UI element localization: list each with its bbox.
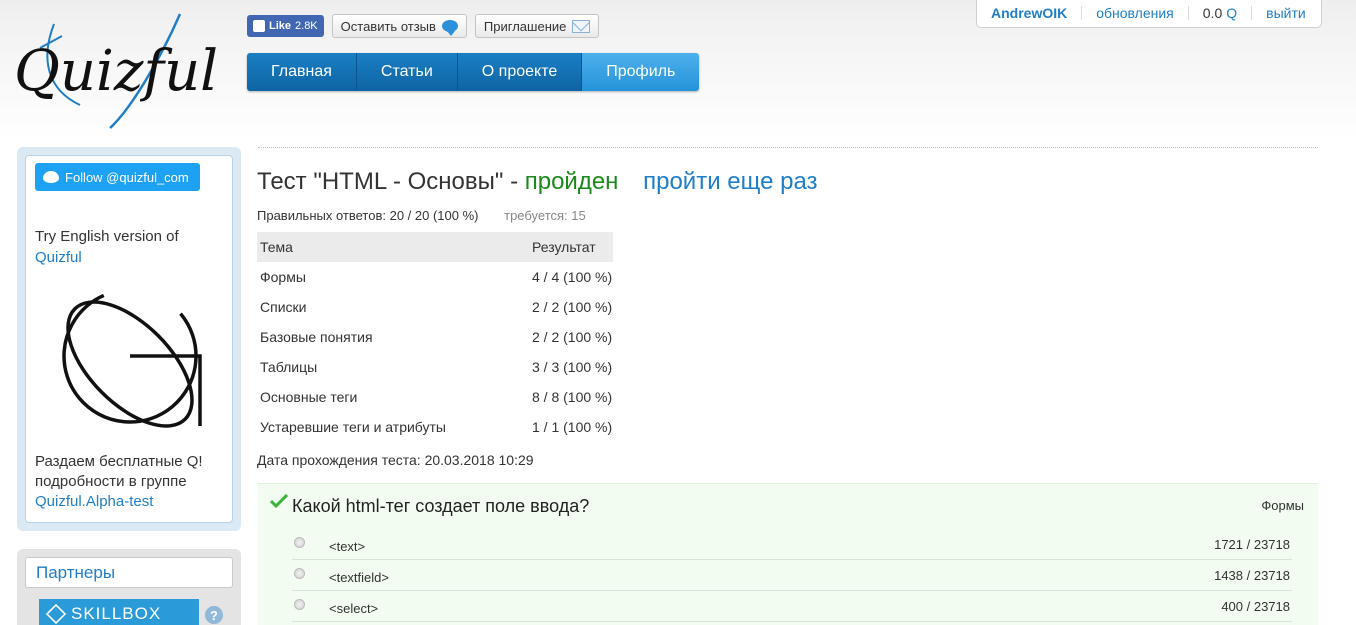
test-date: Дата прохождения теста: 20.03.2018 10:29 — [257, 452, 534, 468]
speech-bubble-icon — [441, 20, 458, 36]
column-topic: Тема — [257, 232, 529, 262]
answer-option[interactable]: <textfield> 1438 / 23718 — [292, 560, 1292, 591]
topic-cell: Таблицы — [260, 359, 318, 375]
answer-label: <select> — [329, 601, 379, 616]
result-cell: 3 / 3 (100 %) — [532, 359, 613, 375]
english-version-text: Try English version of Quizful — [35, 226, 179, 268]
invite-button[interactable]: Приглашение — [474, 14, 600, 38]
answer-stat: 1721 / 23718 — [1214, 537, 1290, 552]
column-result: Результат — [529, 232, 613, 262]
answer-option[interactable]: <text> 1721 / 23718 — [292, 529, 1292, 560]
result-cell: 2 / 2 (100 %) — [532, 299, 613, 315]
logo-text: Quizful — [14, 39, 218, 104]
like-count: 2.8K — [295, 20, 318, 32]
promo-text: Раздаем бесплатные Q! подробности в груп… — [35, 452, 225, 512]
skillbox-label: SKILLBOX — [71, 604, 162, 623]
radio-button[interactable] — [294, 568, 305, 579]
quizful-logo-graphic: Quizful — [14, 13, 218, 129]
answer-stat: 1438 / 23718 — [1214, 568, 1290, 583]
english-quizful-link[interactable]: Quizful — [35, 249, 82, 266]
retry-link[interactable]: пройти еще раз — [643, 168, 817, 195]
nav-profile[interactable]: Профиль — [582, 53, 700, 91]
result-cell: 1 / 1 (100 %) — [532, 419, 613, 435]
twitter-follow-button[interactable]: Follow @quizful_com — [35, 163, 200, 191]
skillbox-banner[interactable]: SKILLBOX — [39, 599, 199, 625]
quizful-logo[interactable]: Quizful — [10, 10, 230, 135]
username-link[interactable]: AndrewOIK — [991, 5, 1067, 21]
invite-label: Приглашение — [483, 18, 567, 34]
twitter-follow-label: Follow @quizful_com — [65, 169, 189, 185]
score-text: Правильных ответов: 20 / 20 (100 %) — [257, 208, 479, 223]
logout-link[interactable]: выйти — [1266, 5, 1306, 21]
like-label: Like — [269, 20, 292, 32]
updates-link[interactable]: обновления — [1096, 5, 1174, 21]
topic-cell: Базовые понятия — [260, 329, 373, 345]
results-table: Тема Результат Формы 4 / 4 (100 %) Списк… — [257, 232, 613, 442]
quizful-g-logo-icon[interactable] — [50, 276, 220, 446]
sidebar-box: Follow @quizful_com Try English version … — [17, 147, 241, 531]
table-row: Формы 4 / 4 (100 %) — [257, 262, 613, 292]
result-cell: 4 / 4 (100 %) — [532, 269, 613, 285]
nav-home[interactable]: Главная — [247, 53, 357, 91]
radio-button[interactable] — [294, 599, 305, 610]
answer-stat: 400 / 23718 — [1221, 599, 1290, 614]
twitter-bird-icon — [43, 171, 59, 183]
partners-box: Партнеры SKILLBOX ? — [17, 549, 241, 625]
topic-cell: Устаревшие теги и атрибуты — [260, 419, 446, 435]
table-header-row: Тема Результат — [257, 232, 613, 262]
radio-button[interactable] — [294, 537, 305, 548]
question-topic: Формы — [1261, 498, 1304, 513]
topic-cell: Списки — [260, 299, 307, 315]
table-row: Таблицы 3 / 3 (100 %) — [257, 352, 613, 382]
balance-value: 0.0 — [1202, 4, 1223, 21]
checkmark-icon — [270, 494, 288, 508]
promo-line-1: Раздаем бесплатные Q! — [35, 453, 203, 470]
topic-cell: Основные теги — [260, 389, 358, 405]
currency-symbol: Q — [1226, 4, 1238, 21]
nav-about[interactable]: О проекте — [457, 53, 583, 91]
promo-line-2: подробности в группе — [35, 473, 187, 490]
envelope-icon — [572, 19, 591, 33]
facebook-like-button[interactable]: Like 2.8K — [247, 15, 324, 37]
status-passed: пройден — [524, 168, 619, 195]
answer-option[interactable]: <select> 400 / 23718 — [292, 591, 1292, 622]
social-row: Like 2.8K Оставить отзыв Приглашение — [247, 14, 600, 38]
answer-label: <textfield> — [329, 570, 389, 585]
thumbs-up-icon — [253, 20, 265, 32]
help-icon[interactable]: ? — [205, 606, 223, 624]
partners-title: Партнеры — [25, 557, 233, 588]
topic-cell: Формы — [260, 269, 306, 285]
nav-articles[interactable]: Статьи — [356, 53, 458, 91]
try-english-label: Try English version of — [35, 228, 179, 245]
balance[interactable]: 0.0 Q — [1189, 4, 1253, 21]
answer-label: <text> — [329, 539, 366, 554]
table-row: Списки 2 / 2 (100 %) — [257, 292, 613, 322]
test-title: Тест "HTML - Основы" - пройден пройти ещ… — [257, 168, 818, 196]
user-bar: AndrewOIK обновления 0.0 Q выйти — [976, 0, 1322, 28]
main-nav: Главная Статьи О проекте Профиль — [247, 53, 700, 91]
question-block: Какой html-тег создает поле ввода? Формы… — [258, 483, 1318, 625]
table-row: Базовые понятия 2 / 2 (100 %) — [257, 322, 613, 352]
required-text: требуется: 15 — [504, 208, 586, 223]
result-cell: 8 / 8 (100 %) — [532, 389, 613, 405]
sidebar-inner: Follow @quizful_com Try English version … — [25, 155, 233, 523]
table-row: Устаревшие теги и атрибуты 1 / 1 (100 %) — [257, 412, 613, 442]
alpha-test-link[interactable]: Quizful.Alpha-test — [35, 493, 153, 510]
content-divider — [258, 147, 1318, 148]
question-text: Какой html-тег создает поле ввода? — [292, 496, 590, 516]
score-line: Правильных ответов: 20 / 20 (100 %) треб… — [257, 208, 586, 223]
table-row: Основные теги 8 / 8 (100 %) — [257, 382, 613, 412]
test-title-text: Тест "HTML - Основы" - — [257, 168, 519, 195]
feedback-button[interactable]: Оставить отзыв — [331, 14, 467, 38]
feedback-label: Оставить отзыв — [340, 18, 436, 34]
skillbox-cube-icon — [45, 603, 67, 625]
result-cell: 2 / 2 (100 %) — [532, 329, 613, 345]
